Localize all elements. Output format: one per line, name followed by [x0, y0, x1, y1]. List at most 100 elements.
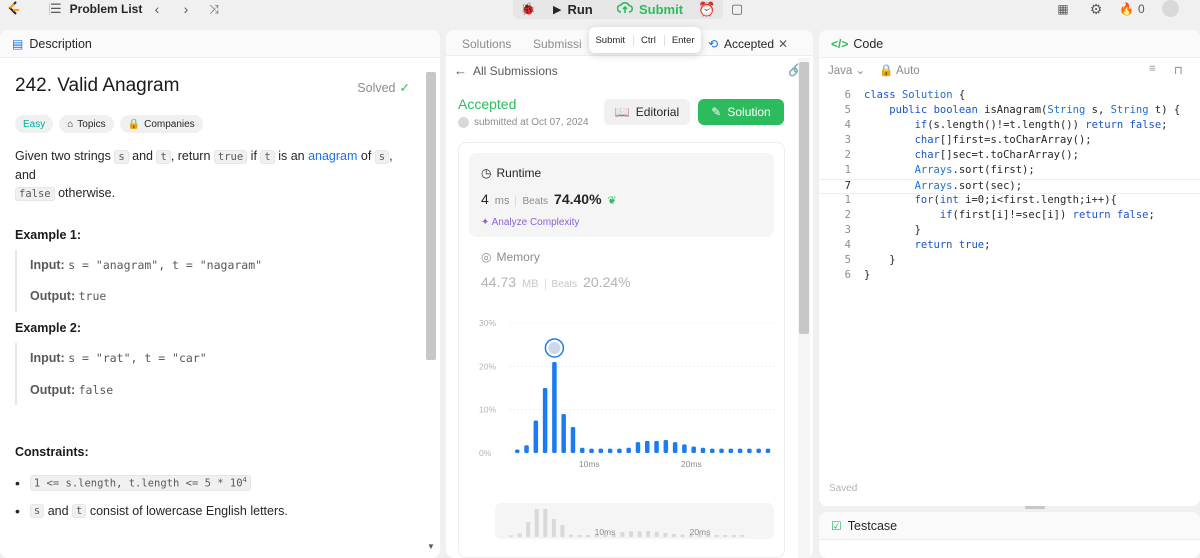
code-line[interactable]: 6 class Solution {: [819, 89, 1200, 104]
submission-scrollbar[interactable]: [799, 62, 809, 334]
auto-mode[interactable]: 🔒 Auto: [879, 63, 920, 77]
prev-problem-icon[interactable]: ‹: [146, 0, 168, 18]
run-button[interactable]: ▶ Run: [553, 0, 593, 18]
runtime-bar[interactable]: [598, 448, 604, 453]
tab-solutions[interactable]: Solutions: [462, 37, 511, 51]
runtime-label: ◷ Runtime: [481, 166, 541, 180]
companies-tag[interactable]: 🔒 Companies: [119, 115, 203, 133]
runtime-bar[interactable]: [710, 448, 715, 453]
notes-icon[interactable]: ▢: [726, 0, 748, 18]
runtime-bar[interactable]: [765, 448, 771, 453]
tab-accepted[interactable]: Accepted: [724, 37, 774, 51]
runtime-bar[interactable]: [663, 440, 669, 453]
constraint-1-code: 1 <= s.length, t.length <= 5 * 104: [29, 475, 251, 491]
debug-icon[interactable]: 🐞: [517, 0, 539, 18]
anagram-link[interactable]: anagram: [308, 149, 357, 163]
runtime-bar[interactable]: [635, 442, 641, 453]
runtime-bar[interactable]: [542, 388, 548, 453]
runtime-bar[interactable]: [645, 440, 650, 453]
brush-bar: [629, 531, 633, 537]
settings-gear-icon[interactable]: ⚙: [1085, 0, 1107, 18]
code-line[interactable]: 2 char[]sec=t.toCharArray();: [819, 149, 1200, 164]
topics-tag[interactable]: ⌂ Topics: [59, 115, 114, 133]
runtime-bar[interactable]: [626, 447, 631, 453]
editorial-button[interactable]: 📖 Editorial: [604, 99, 690, 125]
tab-code[interactable]: Code: [853, 37, 883, 51]
runtime-bar[interactable]: [533, 420, 539, 454]
code-line[interactable]: 3 }: [819, 224, 1200, 239]
difficulty-label: Easy: [23, 118, 46, 130]
leetcode-logo-icon[interactable]: [6, 0, 26, 18]
runtime-bar[interactable]: [756, 448, 761, 453]
runtime-bar[interactable]: [552, 362, 557, 453]
code-line[interactable]: 1 for(int i=0;i<first.length;i++){: [819, 194, 1200, 209]
line-number: 3: [844, 224, 851, 236]
code-line[interactable]: 3 char[]first=s.toCharArray();: [819, 134, 1200, 149]
analyze-complexity-link[interactable]: ✦ Analyze Complexity: [481, 217, 579, 228]
next-problem-icon[interactable]: ›: [175, 0, 197, 18]
format-icon[interactable]: ≡: [1149, 63, 1156, 75]
resize-handle[interactable]: [1025, 506, 1045, 509]
code-s-2: s: [374, 150, 390, 164]
streak-counter[interactable]: 🔥 0: [1119, 0, 1145, 18]
example-1-output-label: Output:: [30, 289, 76, 303]
runtime-bar[interactable]: [737, 448, 743, 453]
language-select[interactable]: Java ⌄: [828, 63, 865, 77]
runtime-bar[interactable]: [607, 448, 613, 453]
runtime-bar[interactable]: [747, 448, 752, 453]
runtime-bar[interactable]: [682, 444, 687, 453]
tab-description[interactable]: Description: [29, 37, 92, 51]
shuffle-icon[interactable]: ⤨: [203, 0, 225, 18]
memory-label[interactable]: ◎ Memory: [481, 250, 540, 264]
runtime-box[interactable]: ◷ Runtime 4 ms Beats 74.40% ❦ ✦ Analyze …: [469, 153, 774, 237]
runtime-bar[interactable]: [672, 442, 678, 453]
runtime-bar[interactable]: [589, 448, 594, 453]
close-tab-icon[interactable]: ✕: [778, 37, 788, 51]
line-number: 1: [844, 194, 851, 206]
runtime-bar[interactable]: [570, 427, 576, 453]
runtime-bar[interactable]: [719, 448, 724, 453]
code-line[interactable]: 6}: [819, 269, 1200, 284]
code-line[interactable]: 1 Arrays.sort(first);: [819, 164, 1200, 179]
brush-bar: [560, 525, 565, 537]
code-editor[interactable]: 6 class Solution {5 public boolean isAnag…: [819, 89, 1200, 284]
runtime-bar[interactable]: [515, 449, 520, 453]
tooltip-key-ctrl: Ctrl: [633, 34, 656, 46]
chart-brush-bars: 10ms 20ms: [509, 509, 745, 537]
brush-bar: [509, 535, 513, 537]
code-line[interactable]: 4 return true;: [819, 239, 1200, 254]
runtime-bar[interactable]: [580, 447, 585, 453]
code-line[interactable]: 2 if(first[i]!=sec[i]) return false;: [819, 209, 1200, 224]
layout-grid-icon[interactable]: ▦: [1052, 0, 1074, 18]
runtime-bar[interactable]: [654, 440, 659, 453]
runtime-bar[interactable]: [561, 414, 566, 453]
problem-list-button[interactable]: ☰ Problem List: [50, 0, 142, 18]
tab-submissions[interactable]: Submissi: [533, 37, 582, 51]
code-line[interactable]: 5 }: [819, 254, 1200, 269]
scroll-down-arrow-icon[interactable]: ▼: [427, 542, 435, 551]
avatar[interactable]: [1162, 0, 1179, 17]
solution-button[interactable]: ✎ Solution: [698, 99, 784, 125]
runtime-bar[interactable]: [700, 447, 706, 453]
brush-bar: [637, 531, 642, 537]
description-scrollbar[interactable]: [426, 72, 436, 360]
runtime-bar[interactable]: [691, 446, 696, 454]
code-line[interactable]: 5 public boolean isAnagram(String s, Str…: [819, 104, 1200, 119]
intro-if: if: [247, 149, 261, 163]
brush-bar: [680, 534, 685, 537]
constraint-1-exponent: 4: [242, 476, 247, 485]
description-panel: ▤ Description 242. Valid Anagram Solved …: [0, 30, 440, 558]
code-line[interactable]: 4 if(s.length()!=t.length()) return fals…: [819, 119, 1200, 134]
all-submissions-link[interactable]: ← All Submissions: [454, 63, 558, 78]
intro-return: , return: [170, 149, 214, 163]
bookmark-icon[interactable]: ⊓: [1174, 63, 1183, 77]
alarm-icon[interactable]: ⏰: [696, 0, 718, 18]
tab-testcase[interactable]: Testcase: [848, 519, 897, 533]
code-line[interactable]: 7 Arrays.sort(sec);: [819, 179, 1200, 194]
difficulty-badge[interactable]: Easy: [15, 115, 54, 133]
runtime-bar[interactable]: [728, 448, 734, 453]
submit-button[interactable]: Submit: [616, 0, 683, 18]
example-2-input-value: s = "rat", t = "car": [68, 351, 207, 365]
runtime-bar[interactable]: [617, 448, 622, 453]
runtime-bar[interactable]: [524, 445, 529, 453]
